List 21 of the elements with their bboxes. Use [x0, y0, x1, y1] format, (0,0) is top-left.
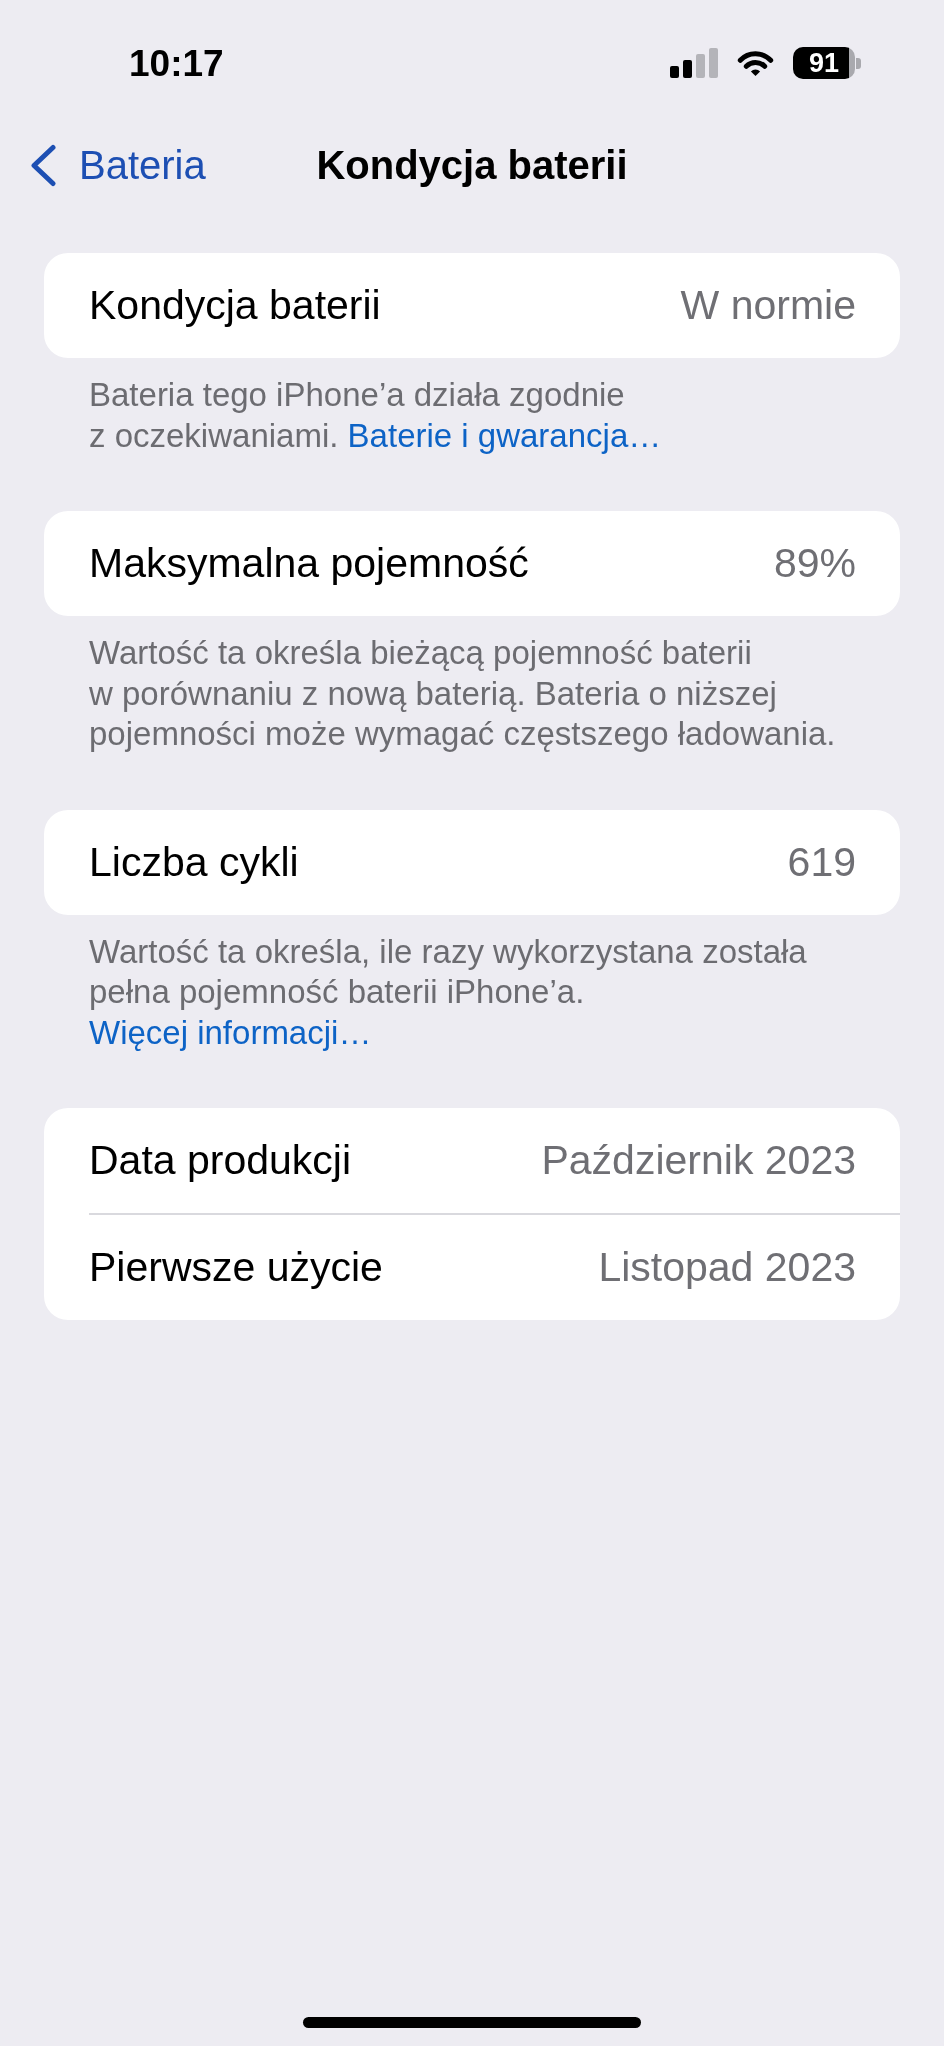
row-value: 89% — [773, 543, 856, 584]
row-value: Listopad 2023 — [598, 1246, 856, 1288]
row-label: Maksymalna pojemność — [89, 543, 529, 584]
battery-indicator: 91 — [793, 47, 861, 79]
row-value: Październik 2023 — [541, 1140, 856, 1181]
chevron-left-icon — [29, 143, 57, 187]
footer-text: Wartość ta określa bieżącą pojemność baterii w porównaniu z nową baterią. Bateria o niższej pojemności może wymagać częstszego ładowania. — [89, 633, 836, 754]
footer-link[interactable]: Baterie i gwarancja… — [347, 416, 662, 454]
footer-text: Wartość ta określa, ile razy wykorzystana została pełna pojemność baterii iPhone’a. Więcej informacji… — [89, 931, 807, 1053]
row-value: 619 — [787, 841, 856, 883]
back-button[interactable]: Bateria — [29, 143, 206, 187]
row-label: Kondycja baterii — [89, 285, 381, 326]
row-label: Data produkcji — [89, 1140, 352, 1181]
signal-icon — [670, 48, 718, 78]
footer-text: Bateria tego iPhone’a działa zgodnie z oczekiwaniami. Baterie i gwarancja… — [89, 375, 662, 456]
status-time: 10:17 — [129, 44, 224, 82]
page-title: Kondycja baterii — [316, 145, 628, 185]
row-label: Pierwsze użycie — [89, 1246, 383, 1288]
footer-link[interactable]: Więcej informacji… — [89, 1013, 372, 1051]
row-value: W normie — [680, 285, 856, 326]
row-label: Liczba cykli — [89, 841, 299, 883]
